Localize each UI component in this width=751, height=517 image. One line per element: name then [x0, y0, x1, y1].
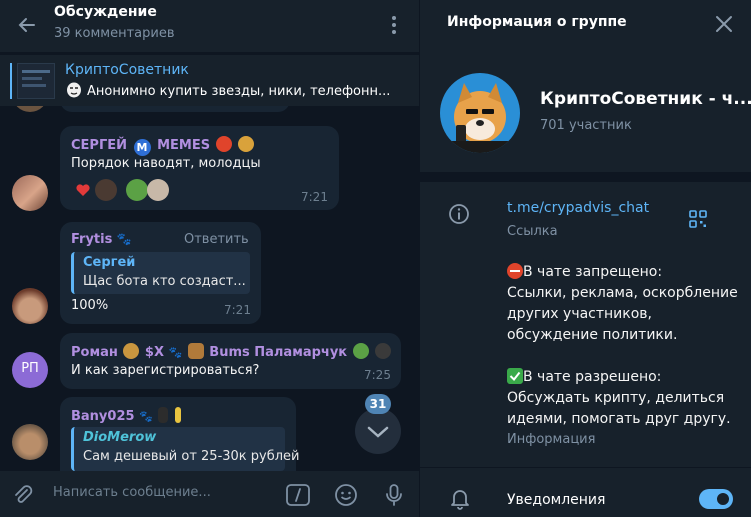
reaction-avatar[interactable]	[147, 179, 169, 201]
unread-badge[interactable]: 31	[365, 394, 391, 414]
link-label: Ссылка	[507, 224, 558, 239]
description-line: В чате запрещено:	[507, 262, 662, 283]
message-text: Порядок наводят, молодцы	[71, 156, 261, 171]
chat-header: Обсуждение 39 комментариев	[0, 0, 419, 52]
scroll-down-button[interactable]	[355, 408, 401, 454]
composer: Написать сообщение...	[0, 471, 419, 517]
message-text: 100%	[71, 298, 109, 313]
paw-icon: 🐾	[139, 410, 153, 423]
toggle-knob	[715, 491, 731, 507]
quote-author: Сергей	[83, 255, 136, 270]
section-divider	[420, 467, 751, 468]
section-divider	[420, 172, 751, 182]
paw-icon: 🐾	[168, 346, 183, 359]
kebab-icon[interactable]	[388, 14, 400, 36]
quote-text: Сам дешевый от 25-30к рублей	[83, 449, 300, 464]
cat-icon	[375, 343, 392, 359]
description-line: В чате разрешено:	[507, 367, 661, 388]
close-icon[interactable]	[713, 13, 735, 35]
taco-icon	[123, 343, 140, 359]
slash-command-icon[interactable]	[285, 482, 311, 508]
message-author[interactable]: Bany025 🐾	[71, 407, 182, 424]
chevron-down-icon	[367, 426, 389, 438]
reply-quote[interactable]: DioMerow Сам дешевый от 25-30к рублей	[71, 427, 300, 471]
message-author[interactable]: Frytis 🐾	[71, 232, 132, 247]
reaction-avatar[interactable]	[95, 179, 117, 201]
pinned-message[interactable]: КриптоСоветник Анонимно купить звезды, н…	[0, 54, 419, 106]
description-line: идеями, помогать друг другу.	[507, 411, 731, 427]
avatar-initials-text: РП	[21, 361, 39, 376]
message-text: И как зарегистрироваться?	[71, 363, 260, 378]
sparkle-icon	[174, 407, 181, 423]
mask-icon	[65, 82, 83, 98]
message-time: 7:25	[364, 368, 391, 382]
notifications-label: Уведомления	[507, 492, 606, 508]
message-time: 7:21	[301, 190, 328, 204]
message-author[interactable]: Роман $X 🐾 Bums Паламарчук	[71, 343, 392, 360]
tomato-icon	[215, 136, 232, 152]
description-line: Обсуждать крипту, делиться	[507, 390, 725, 406]
panel-title: Информация о группе	[447, 14, 627, 30]
description-line: обсуждение политики.	[507, 327, 678, 343]
reply-button[interactable]: Ответить	[184, 232, 249, 247]
frog-icon	[352, 343, 369, 359]
quote-text: Щас бота кто создаст...	[83, 274, 246, 289]
message-author[interactable]: СЕРГЕЙ M MEMES	[71, 136, 255, 156]
info-icon	[448, 203, 470, 225]
reply-quote[interactable]: Сергей Щас бота кто создаст...	[71, 252, 250, 294]
description-line: Ссылки, реклама, оскорбление	[507, 285, 738, 301]
message-bubble[interactable]: Роман $X 🐾 Bums Паламарчук И как зарегис…	[60, 333, 401, 389]
qr-code-icon[interactable]	[689, 210, 707, 228]
group-name: КриптоСоветник - ч...	[540, 89, 751, 109]
avatar[interactable]	[12, 175, 48, 211]
paw-icon: 🐾	[116, 232, 132, 246]
chat-subtitle: 39 комментариев	[54, 26, 175, 41]
bell-icon	[449, 486, 471, 510]
emoji-icon[interactable]	[333, 482, 359, 508]
group-avatar[interactable]	[440, 73, 520, 153]
microphone-icon[interactable]	[381, 482, 407, 508]
avatar[interactable]	[12, 424, 48, 460]
arrow-left-icon[interactable]	[14, 12, 40, 38]
heart-reaction-icon[interactable]	[75, 182, 91, 198]
message-bubble[interactable]: СЕРГЕЙ M MEMES Порядок наводят, молодцы …	[60, 126, 339, 210]
notifications-toggle[interactable]	[699, 489, 733, 509]
chat-pane: СЕРГЕЙ M MEMES Порядок наводят, молодцы …	[0, 0, 419, 517]
member-count[interactable]: 701 участник	[540, 118, 632, 133]
pinned-thumbnail	[17, 63, 55, 99]
group-info-panel: Информация о группе КриптоСоветник - ч..…	[420, 0, 751, 517]
no-entry-icon	[507, 263, 523, 279]
paperclip-icon[interactable]	[10, 482, 36, 508]
box-icon	[187, 343, 204, 359]
check-mark-icon	[507, 368, 523, 384]
pinned-text-content: Анонимно купить звезды, ники, телефонн..…	[87, 84, 391, 99]
pinned-accent-bar	[10, 63, 12, 99]
message-input[interactable]: Написать сообщение...	[53, 485, 211, 500]
card-icon	[158, 407, 169, 423]
avatar[interactable]	[12, 288, 48, 324]
chat-title: Обсуждение	[54, 4, 157, 20]
avatar-initials[interactable]: РП	[12, 352, 48, 388]
game-icon	[238, 136, 255, 152]
description-label: Информация	[507, 432, 596, 447]
pinned-title: КриптоСоветник	[65, 62, 189, 78]
group-link[interactable]: t.me/crypadvis_chat	[507, 200, 649, 216]
description-line: других участников,	[507, 306, 653, 322]
m-badge-icon: M	[133, 139, 151, 156]
pepe-reaction-icon[interactable]	[126, 179, 148, 201]
pinned-text: Анонимно купить звезды, ники, телефонн..…	[65, 82, 390, 99]
quote-author: DioMerow	[83, 430, 157, 445]
message-time: 7:21	[224, 303, 251, 317]
message-bubble[interactable]: Frytis 🐾 Ответить Сергей Щас бота кто со…	[60, 222, 261, 324]
